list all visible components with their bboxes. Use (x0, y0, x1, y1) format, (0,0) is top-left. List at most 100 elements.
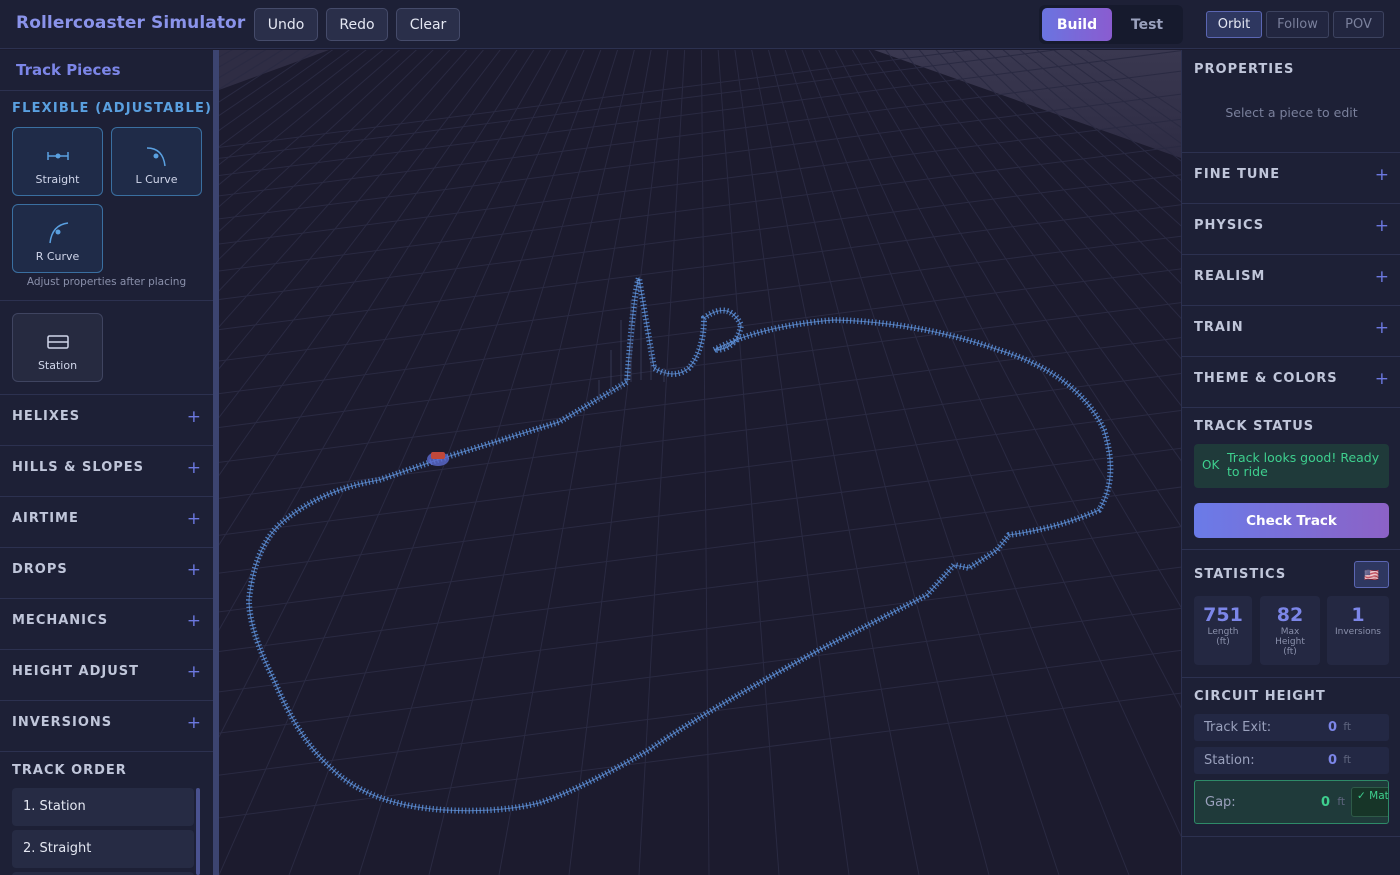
straight-track-icon (13, 142, 102, 170)
section-title: TRAIN (1194, 320, 1244, 335)
piece-left-curve[interactable]: L Curve (111, 127, 202, 196)
camera-follow-button[interactable]: Follow (1266, 11, 1329, 38)
stat-value: 751 (1203, 604, 1243, 626)
stat-inversions: 1 Inversions (1327, 596, 1389, 665)
plus-icon: + (186, 560, 201, 580)
units-flag-button[interactable]: 🇺🇸 (1354, 561, 1389, 588)
track-order-item[interactable]: 1. Station (12, 788, 194, 826)
track-exit-height-row: Track Exit: 0 ft (1194, 714, 1389, 741)
section-title: THEME & COLORS (1194, 371, 1338, 386)
section-title: FINE TUNE (1194, 167, 1281, 182)
piece-label: Station (37, 359, 78, 372)
stat-value: 82 (1276, 604, 1304, 626)
us-flag-icon: 🇺🇸 (1364, 567, 1379, 582)
category-mechanics[interactable]: MECHANICS + (0, 599, 213, 650)
flexible-section-title: FLEXIBLE (ADJUSTABLE) (12, 101, 213, 116)
plus-icon: + (186, 713, 201, 733)
category-label: HILLS & SLOPES (12, 460, 145, 475)
properties-section: PROPERTIES Select a piece to edit (1182, 50, 1400, 153)
category-helixes[interactable]: HELIXES + (0, 395, 213, 446)
stat-max-height: 82 Max Height (ft) (1260, 596, 1320, 665)
track-order-scrollbar[interactable] (196, 788, 200, 875)
station-label: Station: (1204, 753, 1255, 768)
category-inversions[interactable]: INVERSIONS + (0, 701, 213, 752)
statistics-title: STATISTICS (1194, 567, 1287, 582)
category-label: HELIXES (12, 409, 81, 424)
unit-label: ft (1343, 754, 1351, 766)
plus-icon: + (1374, 165, 1389, 185)
section-theme-colors[interactable]: THEME & COLORS + (1182, 357, 1400, 408)
unit-label: ft (1343, 721, 1351, 733)
category-hills-slopes[interactable]: HILLS & SLOPES + (0, 446, 213, 497)
category-drops[interactable]: DROPS + (0, 548, 213, 599)
track-status-title: TRACK STATUS (1194, 419, 1315, 434)
unit-label: ft (1337, 796, 1345, 808)
panel-title: Track Pieces (0, 50, 213, 91)
category-label: AIRTIME (12, 511, 79, 526)
left-curve-icon (112, 142, 201, 170)
track-exit-label: Track Exit: (1204, 720, 1272, 735)
divider (1182, 836, 1400, 837)
category-label: MECHANICS (12, 613, 109, 628)
section-title: PHYSICS (1194, 218, 1265, 233)
gap-row: Gap: 0 ft ✓ Matched (1194, 780, 1389, 824)
category-height-adjust[interactable]: HEIGHT ADJUST + (0, 650, 213, 701)
track-status-box: OK Track looks good! Ready to ride (1194, 444, 1389, 488)
camera-orbit-button[interactable]: Orbit (1206, 11, 1262, 38)
station-value: 0 (1327, 753, 1337, 768)
stat-label: Max Height (ft) (1275, 627, 1305, 657)
status-ok-label: OK (1202, 458, 1220, 472)
right-curve-icon (13, 219, 102, 247)
station-icon (13, 328, 102, 356)
section-physics[interactable]: PHYSICS + (1182, 204, 1400, 255)
plus-icon: + (186, 407, 201, 427)
build-mode-button[interactable]: Build (1042, 8, 1112, 41)
check-track-button[interactable]: Check Track (1194, 503, 1389, 538)
flexible-note: Adjust properties after placing (26, 276, 187, 288)
section-title: PROPERTIES (1194, 62, 1295, 77)
piece-station[interactable]: Station (12, 313, 103, 382)
top-toolbar: Rollercoaster Simulator Undo Redo Clear … (0, 0, 1400, 49)
redo-button[interactable]: Redo (326, 8, 388, 41)
plus-icon: + (1374, 267, 1389, 287)
plus-icon: + (186, 662, 201, 682)
track-order-item[interactable]: 2. Straight (12, 830, 194, 868)
stat-length: 751 Length (ft) (1194, 596, 1252, 665)
category-label: DROPS (12, 562, 68, 577)
piece-right-curve[interactable]: R Curve (12, 204, 103, 273)
status-message: Track looks good! Ready to ride (1227, 450, 1380, 479)
gap-label: Gap: (1205, 795, 1236, 810)
scene-canvas[interactable] (219, 50, 1181, 875)
station-height-row: Station: 0 ft (1194, 747, 1389, 774)
track-order-title: TRACK ORDER (12, 763, 127, 778)
test-mode-button[interactable]: Test (1116, 8, 1178, 41)
plus-icon: + (1374, 318, 1389, 338)
section-fine-tune[interactable]: FINE TUNE + (1182, 153, 1400, 204)
plus-icon: + (186, 509, 201, 529)
undo-button[interactable]: Undo (254, 8, 318, 41)
category-label: INVERSIONS (12, 715, 113, 730)
section-realism[interactable]: REALISM + (1182, 255, 1400, 306)
app-title: Rollercoaster Simulator (16, 13, 246, 33)
stat-label: Length (ft) (1207, 627, 1239, 647)
divider (0, 300, 213, 301)
track-exit-value: 0 (1327, 720, 1337, 735)
mode-toggle: Build Test (1039, 5, 1183, 44)
section-train[interactable]: TRAIN + (1182, 306, 1400, 357)
gap-value: 0 (1320, 795, 1330, 810)
piece-label: Straight (35, 173, 80, 186)
circuit-height-title: CIRCUIT HEIGHT (1194, 689, 1326, 704)
piece-label: R Curve (35, 250, 80, 263)
stat-value: 1 (1351, 604, 1365, 626)
category-airtime[interactable]: AIRTIME + (0, 497, 213, 548)
piece-straight[interactable]: Straight (12, 127, 103, 196)
track-viewport[interactable] (219, 50, 1181, 875)
clear-button[interactable]: Clear (396, 8, 460, 41)
category-label: HEIGHT ADJUST (12, 664, 140, 679)
camera-pov-button[interactable]: POV (1333, 11, 1384, 38)
coaster-train (427, 452, 449, 466)
matched-badge: ✓ Matched (1351, 787, 1388, 817)
piece-label: L Curve (135, 173, 178, 186)
plus-icon: + (1374, 216, 1389, 236)
properties-panel: PROPERTIES Select a piece to edit FINE T… (1181, 50, 1400, 875)
